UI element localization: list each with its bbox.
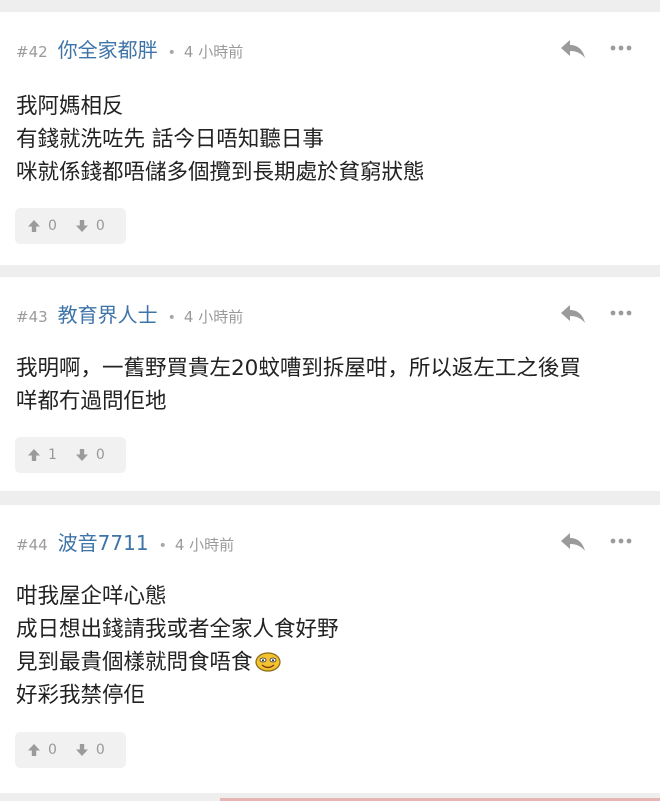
content-line: 我阿媽相反 xyxy=(16,94,124,119)
upvote-count: 0 xyxy=(48,218,57,234)
content-line: 見到最貴個樣就問食唔食 xyxy=(16,650,253,675)
reply-icon[interactable] xyxy=(560,531,586,553)
downvote-button[interactable]: 0 xyxy=(75,218,105,234)
username-link[interactable]: 教育界人士 xyxy=(58,299,158,328)
downvote-count: 0 xyxy=(95,218,105,234)
username-link[interactable]: 波音7711 xyxy=(58,527,149,556)
post-header: #43 教育界人士 • 4 小時前 xyxy=(16,299,243,328)
upvote-count: 1 xyxy=(48,447,57,463)
content-line: 成日想出錢請我或者全家人食好野 xyxy=(16,617,339,642)
post-number: #44 xyxy=(16,536,48,554)
content-line: 好彩我禁停佢 xyxy=(16,683,146,708)
post-content: 我阿媽相反 有錢就洗咗先 話今日唔知聽日事 咪就係錢都唔儲多個攬到長期處於貧窮狀… xyxy=(16,90,638,189)
downvote-icon xyxy=(75,220,88,232)
post-header: #42 你全家都胖 • 4 小時前 xyxy=(16,34,243,63)
vote-bar: 0 0 xyxy=(15,732,126,768)
post-content: 我明啊，一舊野買貴左20蚊嘈到拆屋咁，所以返左工之後買 咩都冇過問佢地 xyxy=(16,352,638,418)
content-line: 有錢就洗咗先 話今日唔知聽日事 xyxy=(16,127,324,152)
post-44: #44 波音7711 • 4 小時前 咁我屋企咩心態 成日想出錢請我或者全家人食… xyxy=(0,505,660,793)
username-link[interactable]: 你全家都胖 xyxy=(58,34,158,63)
downvote-count: 0 xyxy=(95,742,105,758)
content-line: 我明啊，一舊野買貴左20蚊嘈到拆屋咁，所以返左工之後買 xyxy=(16,356,581,381)
post-number: #43 xyxy=(16,308,48,326)
downvote-count: 0 xyxy=(95,447,105,463)
post-time: 4 小時前 xyxy=(174,536,235,554)
upvote-icon xyxy=(28,449,40,461)
separator-dot: • xyxy=(167,310,176,326)
reply-icon[interactable] xyxy=(560,38,586,60)
post-43: #43 教育界人士 • 4 小時前 我明啊，一舊野買貴左20蚊嘈到拆屋咁，所以返… xyxy=(0,277,660,491)
downvote-button[interactable]: 0 xyxy=(75,742,105,758)
upvote-icon xyxy=(28,220,40,232)
post-header: #44 波音7711 • 4 小時前 xyxy=(16,527,234,556)
more-icon[interactable] xyxy=(609,309,633,317)
separator-dot: • xyxy=(158,538,167,554)
separator-dot: • xyxy=(167,45,176,61)
content-line-with-emoji: 見到最貴個樣就問食唔食 xyxy=(16,646,638,679)
downvote-icon xyxy=(75,744,88,756)
post-time: 4 小時前 xyxy=(183,43,244,61)
reply-icon[interactable] xyxy=(560,303,586,325)
upvote-count: 0 xyxy=(48,742,57,758)
smiley-emoji-icon xyxy=(254,652,281,672)
vote-bar: 1 0 xyxy=(15,437,126,473)
content-line: 咪就係錢都唔儲多個攬到長期處於貧窮狀態 xyxy=(16,160,425,185)
content-line: 咁我屋企咩心態 xyxy=(16,584,167,609)
upvote-button[interactable]: 1 xyxy=(27,447,57,463)
more-icon[interactable] xyxy=(609,537,633,545)
post-content: 咁我屋企咩心態 成日想出錢請我或者全家人食好野 見到最貴個樣就問食唔食 好彩我禁… xyxy=(16,580,638,712)
upvote-button[interactable]: 0 xyxy=(27,218,57,234)
upvote-icon xyxy=(28,744,40,756)
post-42: #42 你全家都胖 • 4 小時前 我阿媽相反 有錢就洗咗先 話今日唔知聽日事 … xyxy=(0,12,660,265)
content-line: 咩都冇過問佢地 xyxy=(16,389,167,414)
downvote-button[interactable]: 0 xyxy=(75,447,105,463)
vote-bar: 0 0 xyxy=(15,208,126,244)
post-time: 4 小時前 xyxy=(183,308,244,326)
upvote-button[interactable]: 0 xyxy=(27,742,57,758)
more-icon[interactable] xyxy=(609,44,633,52)
post-number: #42 xyxy=(16,43,48,61)
downvote-icon xyxy=(75,449,88,461)
